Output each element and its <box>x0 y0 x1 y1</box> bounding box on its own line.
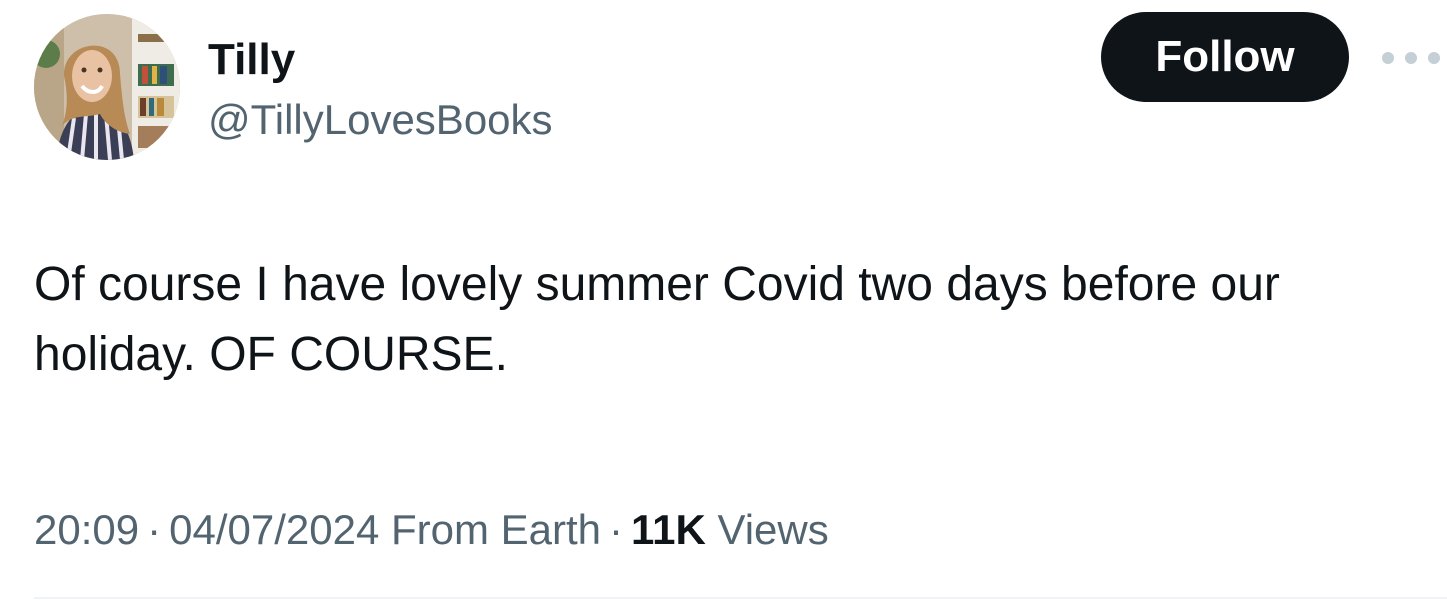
more-dot-3 <box>1428 52 1440 64</box>
more-options-icon[interactable] <box>1382 44 1440 72</box>
profile-photo-icon <box>34 14 180 160</box>
tweet-date[interactable]: 04/07/2024 <box>169 506 379 553</box>
tweet-source: From Earth <box>391 506 602 553</box>
tweet-text: Of course I have lovely summer Covid two… <box>34 258 1280 381</box>
meta-separator: · <box>147 506 162 553</box>
meta-separator: · <box>609 506 624 553</box>
more-dot-2 <box>1405 52 1417 64</box>
author-name[interactable]: Tilly <box>208 34 295 86</box>
views-count[interactable]: 11K <box>631 506 706 553</box>
divider <box>34 597 1447 599</box>
tweet-time[interactable]: 20:09 <box>34 506 139 553</box>
tweet-card: Tilly @TillyLovesBooks Follow Of course … <box>0 0 1447 600</box>
follow-button[interactable]: Follow <box>1101 12 1349 102</box>
profile-avatar[interactable] <box>34 14 180 160</box>
more-dot-1 <box>1382 52 1394 64</box>
views-label: Views <box>717 506 829 553</box>
author-handle[interactable]: @TillyLovesBooks <box>208 96 553 144</box>
tweet-meta: 20:09 · 04/07/2024 From Earth · 11K Views <box>34 504 829 556</box>
